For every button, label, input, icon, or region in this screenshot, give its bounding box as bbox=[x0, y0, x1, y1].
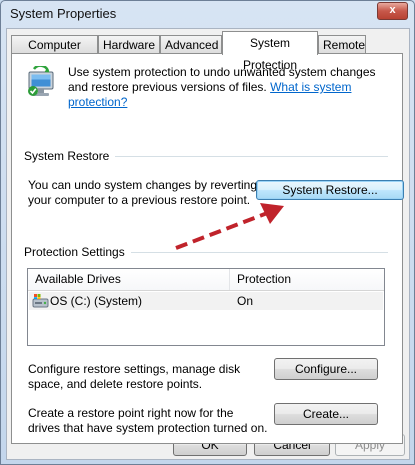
tab-system-protection[interactable]: System Protection bbox=[222, 31, 318, 72]
system-restore-group-label: System Restore bbox=[24, 149, 116, 163]
drive-name: OS (C:) (System) bbox=[50, 294, 142, 308]
system-protection-panel: Use system protection to undo unwanted s… bbox=[11, 53, 404, 444]
tab-computer-name[interactable]: Computer Name bbox=[11, 35, 98, 70]
drive-row[interactable]: OS (C:) (System) On bbox=[29, 292, 383, 310]
drive-icon bbox=[32, 293, 49, 309]
intro-text-block: Use system protection to undo unwanted s… bbox=[68, 65, 393, 110]
tab-hardware[interactable]: Hardware bbox=[98, 35, 160, 54]
window-title: System Properties bbox=[10, 6, 117, 21]
column-protection[interactable]: Protection bbox=[237, 272, 291, 286]
drive-protection-status: On bbox=[237, 294, 254, 308]
tab-remote[interactable]: Remote bbox=[318, 35, 366, 54]
create-button[interactable]: Create... bbox=[274, 403, 378, 425]
configure-button[interactable]: Configure... bbox=[274, 358, 378, 380]
configure-description: Configure restore settings, manage disk … bbox=[28, 362, 241, 391]
create-description: Create a restore point right now for the… bbox=[28, 406, 268, 435]
dialog-client-area: Computer Name Hardware Advanced System P… bbox=[6, 28, 410, 460]
protection-settings-group-label: Protection Settings bbox=[24, 245, 131, 259]
close-button[interactable]: x bbox=[377, 2, 408, 20]
column-available-drives[interactable]: Available Drives bbox=[35, 272, 121, 286]
drives-list[interactable]: Available Drives Protection OS (C:) (Sys… bbox=[27, 268, 385, 346]
system-properties-window: System Properties x Computer Name Hardwa… bbox=[0, 0, 415, 465]
system-protection-icon bbox=[24, 64, 58, 100]
system-restore-button[interactable]: System Restore... bbox=[256, 180, 404, 200]
drives-list-header: Available Drives Protection bbox=[28, 269, 384, 291]
tab-advanced[interactable]: Advanced bbox=[160, 35, 222, 54]
annotation-arrow-icon bbox=[175, 203, 284, 250]
column-separator[interactable] bbox=[229, 269, 230, 290]
